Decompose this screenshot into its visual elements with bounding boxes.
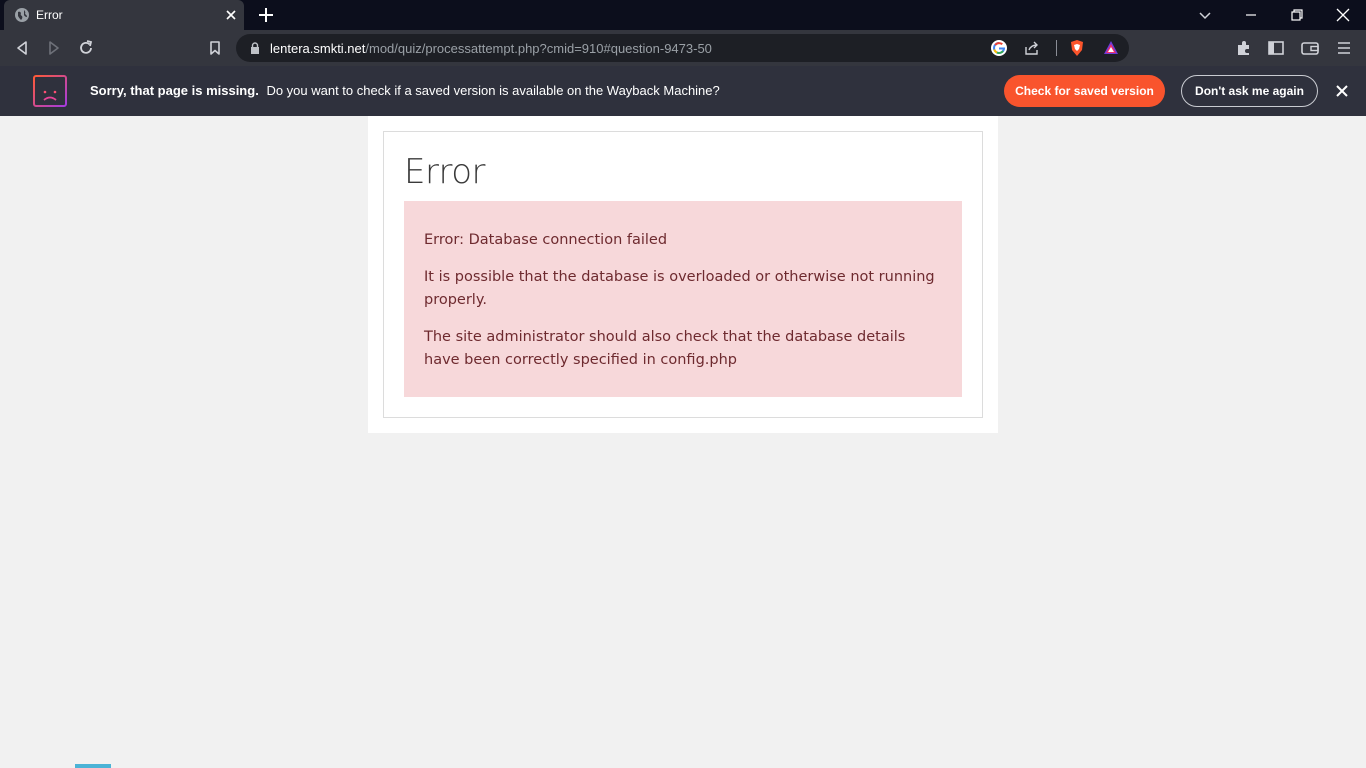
globe-icon <box>15 8 29 22</box>
back-icon[interactable] <box>12 38 32 58</box>
error-message: Error: Database connection failed <box>424 232 668 248</box>
url-host: lentera.smkti.net <box>270 41 366 56</box>
error-detail-1: It is possible that the database is over… <box>424 269 935 308</box>
infobar-title: Sorry, that page is missing. <box>90 83 259 98</box>
brave-shields-icon[interactable] <box>1068 39 1086 57</box>
url-path: /mod/quiz/processattempt.php?cmid=910#qu… <box>365 41 712 56</box>
check-saved-version-button[interactable]: Check for saved version <box>1004 75 1165 107</box>
wallet-icon[interactable] <box>1300 38 1320 58</box>
tab-strip: Error <box>0 0 1366 30</box>
dont-ask-again-button[interactable]: Don't ask me again <box>1181 75 1318 107</box>
infobar-message: Sorry, that page is missing. Do you want… <box>90 83 720 98</box>
infobar-text: Do you want to check if a saved version … <box>266 83 720 98</box>
sidebar-icon[interactable] <box>1266 38 1286 58</box>
tab-title: Error <box>36 8 63 22</box>
error-detail-2: The site administrator should also check… <box>424 329 906 368</box>
browser-toolbar: lentera.smkti.net/mod/quiz/processattemp… <box>0 30 1366 66</box>
url-text[interactable]: lentera.smkti.net/mod/quiz/processattemp… <box>270 41 712 56</box>
bookmark-icon[interactable] <box>205 38 225 58</box>
close-window-icon[interactable] <box>1333 5 1353 25</box>
tab-close-icon[interactable] <box>224 8 238 22</box>
forward-icon[interactable] <box>44 38 64 58</box>
address-bar[interactable]: lentera.smkti.net/mod/quiz/processattemp… <box>236 34 1129 62</box>
infobar-close-icon[interactable] <box>1334 83 1350 99</box>
page-container: Error Error: Database connection failed … <box>368 116 998 433</box>
omnibox-divider <box>1056 40 1057 56</box>
extensions-icon[interactable] <box>1234 38 1254 58</box>
restore-icon[interactable] <box>1287 5 1307 25</box>
share-icon[interactable] <box>1023 39 1041 57</box>
menu-icon[interactable] <box>1334 38 1354 58</box>
page-title: Error <box>404 152 485 192</box>
sad-page-icon <box>33 75 67 107</box>
error-alert: Error: Database connection failed It is … <box>404 201 962 397</box>
lock-icon[interactable] <box>248 41 262 55</box>
new-tab-icon[interactable] <box>257 6 275 24</box>
brave-rewards-icon[interactable] <box>1102 39 1120 57</box>
error-card: Error Error: Database connection failed … <box>383 131 983 418</box>
tab-active[interactable]: Error <box>4 0 244 30</box>
reload-icon[interactable] <box>76 38 96 58</box>
wayback-infobar: Sorry, that page is missing. Do you want… <box>0 66 1366 116</box>
taskbar-indicator <box>75 764 111 768</box>
google-icon[interactable] <box>990 39 1008 57</box>
tab-search-chevron-icon[interactable] <box>1195 5 1215 25</box>
minimize-icon[interactable] <box>1241 5 1261 25</box>
